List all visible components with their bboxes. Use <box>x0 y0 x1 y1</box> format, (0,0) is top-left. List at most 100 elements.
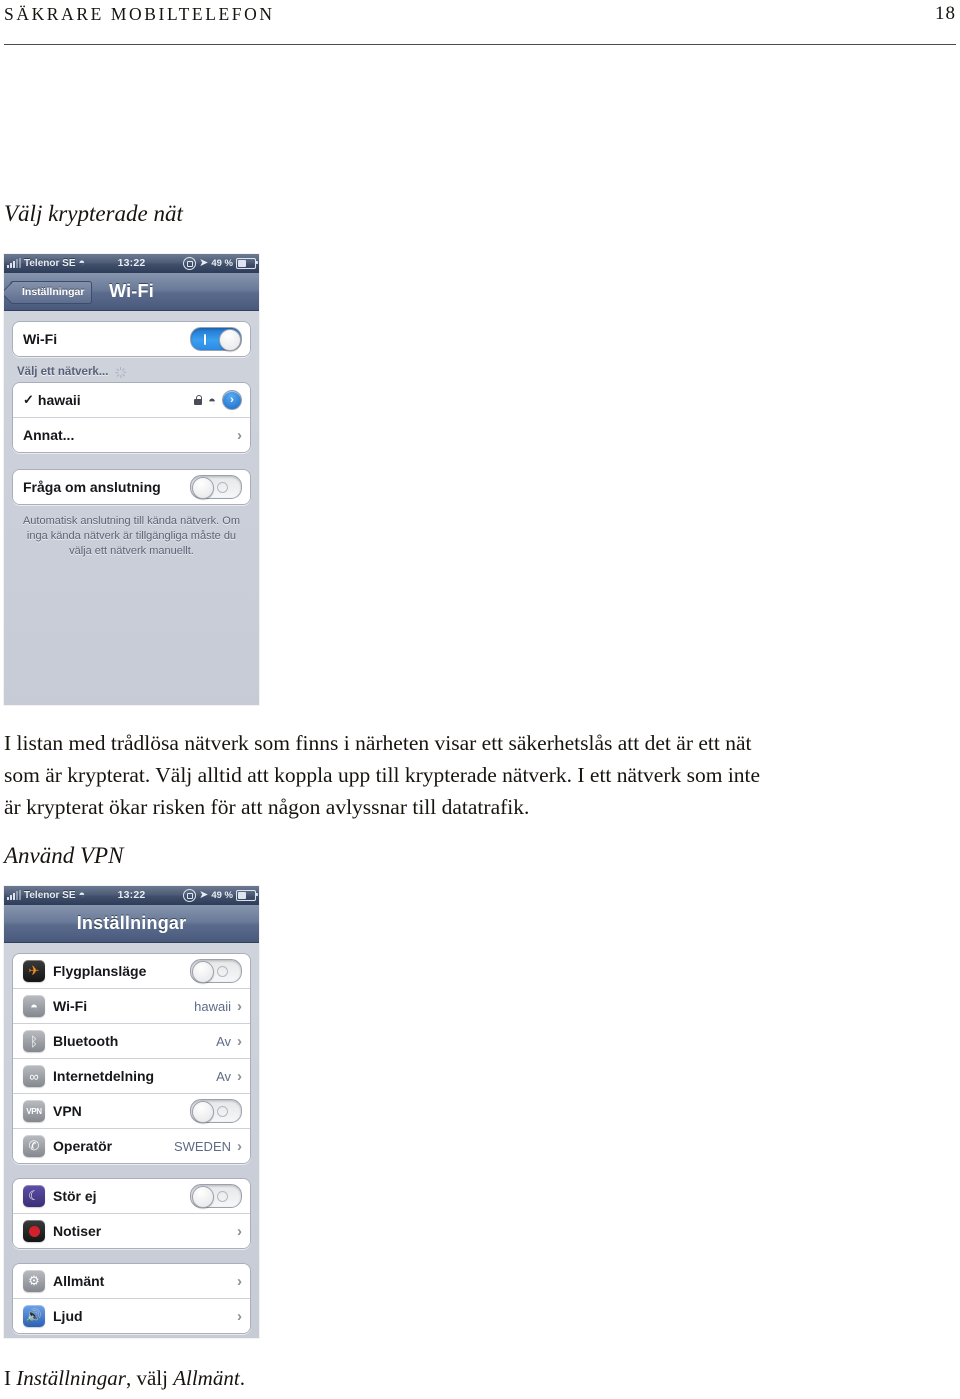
network-name: Annat... <box>23 427 75 443</box>
row-label: Internetdelning <box>53 1068 155 1084</box>
settings-row-vpn[interactable]: VPN VPN <box>13 1094 250 1129</box>
chevron-right-icon: › <box>237 1222 242 1240</box>
wifi-settings-body: Wi-Fi Välj ett nätverk... ✓ hawaii ◓ › A… <box>4 311 259 705</box>
nav-title: Inställningar <box>76 913 187 933</box>
status-bar: Telenor SE ◓ 13:22 ➤ 49 % <box>4 886 259 905</box>
row-label: Operatör <box>53 1138 113 1154</box>
settings-list-body: ✈ Flygplansläge ◓ Wi-Fi hawaii › ᛒ Bluet… <box>4 943 259 1338</box>
row-ask-to-join[interactable]: Fråga om anslutning <box>13 470 250 504</box>
network-list: ✓ hawaii ◓ › Annat... › <box>12 382 251 453</box>
nav-title: Wi-Fi <box>109 281 154 301</box>
toggle-knob <box>218 328 241 351</box>
group-header-choose-network: Välj ett nätverk... <box>4 357 259 382</box>
settings-row-sounds[interactable]: 🔊 Ljud › <box>13 1299 250 1333</box>
settings-row-wifi[interactable]: ◓ Wi-Fi hawaii › <box>13 989 250 1024</box>
checkmark-icon: ✓ <box>23 392 34 407</box>
row-label: Fråga om anslutning <box>23 479 161 495</box>
loading-spinner-icon <box>115 366 127 378</box>
settings-row-general[interactable]: ⚙ Allmänt › <box>13 1264 250 1299</box>
network-name: hawaii <box>37 392 81 408</box>
settings-row-carrier[interactable]: ✆ Operatör SWEDEN › <box>13 1129 250 1163</box>
caption-emphasis-settings: Inställningar <box>16 1366 126 1390</box>
airplane-mode-toggle-switch[interactable] <box>190 959 242 983</box>
lock-icon <box>194 395 203 405</box>
row-label: Ljud <box>53 1308 83 1324</box>
toggle-off-mark <box>217 966 228 977</box>
row-value: SWEDEN <box>173 1138 231 1154</box>
toggle-knob <box>191 1100 214 1123</box>
toggle-off-mark <box>217 1191 228 1202</box>
section-heading-use-vpn: Använd VPN <box>4 843 124 868</box>
navigation-bar: Inställningar <box>4 905 259 943</box>
screenshot-wifi-settings: Telenor SE ◓ 13:22 ➤ 49 % Inställningar … <box>4 254 259 705</box>
bluetooth-icon: ᛒ <box>23 1030 45 1052</box>
ask-to-join-toggle-switch[interactable] <box>190 475 242 499</box>
settings-row-do-not-disturb[interactable]: ☾ Stör ej <box>13 1179 250 1214</box>
toggle-knob <box>191 476 214 499</box>
group-header-label: Välj ett nätverk... <box>17 366 109 378</box>
row-label: VPN <box>53 1103 82 1119</box>
vpn-toggle-switch[interactable] <box>190 1099 242 1123</box>
info-detail-icon[interactable]: › <box>222 390 242 410</box>
settings-row-airplane-mode[interactable]: ✈ Flygplansläge <box>13 954 250 989</box>
wifi-icon: ◓ <box>23 995 45 1017</box>
gear-icon: ⚙ <box>23 1270 45 1292</box>
toggle-knob <box>191 1185 214 1208</box>
row-wifi-toggle[interactable]: Wi-Fi <box>13 322 250 356</box>
settings-row-notifications[interactable]: Notiser › <box>13 1214 250 1248</box>
settings-group-connectivity: ✈ Flygplansläge ◓ Wi-Fi hawaii › ᛒ Bluet… <box>12 953 251 1164</box>
body-paragraph-encrypted-networks: I listan med trådlösa nätverk som finns … <box>4 731 761 819</box>
notifications-icon <box>23 1220 45 1242</box>
tethering-icon: ∞ <box>23 1065 45 1087</box>
toggle-on-mark <box>204 333 206 345</box>
chevron-right-icon: › <box>237 1307 242 1325</box>
toggle-off-mark <box>217 482 228 493</box>
row-label: Wi-Fi <box>23 331 58 347</box>
page-number: 18 <box>935 3 956 24</box>
running-head: SÄKRARE MOBILTELEFON <box>4 4 275 24</box>
page-header: SÄKRARE MOBILTELEFON 18 <box>0 0 960 56</box>
wifi-signal-icon: ◓ <box>208 392 216 408</box>
caption-text-3: . <box>239 1366 245 1390</box>
chevron-right-icon: › <box>237 997 242 1015</box>
navigation-bar: Inställningar Wi-Fi <box>4 273 259 311</box>
battery-percent-label: 49 % <box>211 890 233 901</box>
battery-icon <box>236 258 258 269</box>
row-value: hawaii <box>194 998 231 1014</box>
chevron-right-icon: › <box>237 1272 242 1290</box>
battery-icon <box>236 890 258 901</box>
moon-icon: ☾ <box>23 1185 45 1207</box>
status-bar-right: ➤ 49 % <box>183 254 258 273</box>
rotation-lock-icon <box>183 257 197 270</box>
wifi-toggle-group: Wi-Fi <box>12 321 251 357</box>
row-label: Flygplansläge <box>53 963 147 979</box>
row-label: Bluetooth <box>53 1033 119 1049</box>
speaker-icon: 🔊 <box>23 1305 45 1327</box>
wifi-toggle-switch[interactable] <box>190 327 242 351</box>
status-bar-right: ➤ 49 % <box>183 886 258 905</box>
row-value: Av <box>216 1033 231 1049</box>
section-heading-encrypted-networks: Välj krypterade nät <box>4 201 183 226</box>
location-arrow-icon: ➤ <box>199 257 209 269</box>
chevron-right-icon: › <box>237 1032 242 1050</box>
vpn-icon: VPN <box>23 1100 45 1122</box>
list-item-network-hawaii[interactable]: ✓ hawaii ◓ › <box>13 383 250 418</box>
settings-row-personal-hotspot[interactable]: ∞ Internetdelning Av › <box>13 1059 250 1094</box>
header-rule <box>4 44 956 45</box>
screenshot-settings-main: Telenor SE ◓ 13:22 ➤ 49 % Inställningar … <box>4 886 259 1338</box>
do-not-disturb-toggle-switch[interactable] <box>190 1184 242 1208</box>
row-label: Allmänt <box>53 1273 105 1289</box>
list-item-network-other[interactable]: Annat... › <box>13 418 250 452</box>
chevron-right-icon: › <box>237 426 242 444</box>
settings-row-bluetooth[interactable]: ᛒ Bluetooth Av › <box>13 1024 250 1059</box>
battery-percent-label: 49 % <box>211 258 233 269</box>
ask-to-join-group: Fråga om anslutning <box>12 469 251 505</box>
settings-group-general: ⚙ Allmänt › 🔊 Ljud › <box>12 1263 251 1334</box>
caption-text-1: I <box>4 1366 17 1390</box>
